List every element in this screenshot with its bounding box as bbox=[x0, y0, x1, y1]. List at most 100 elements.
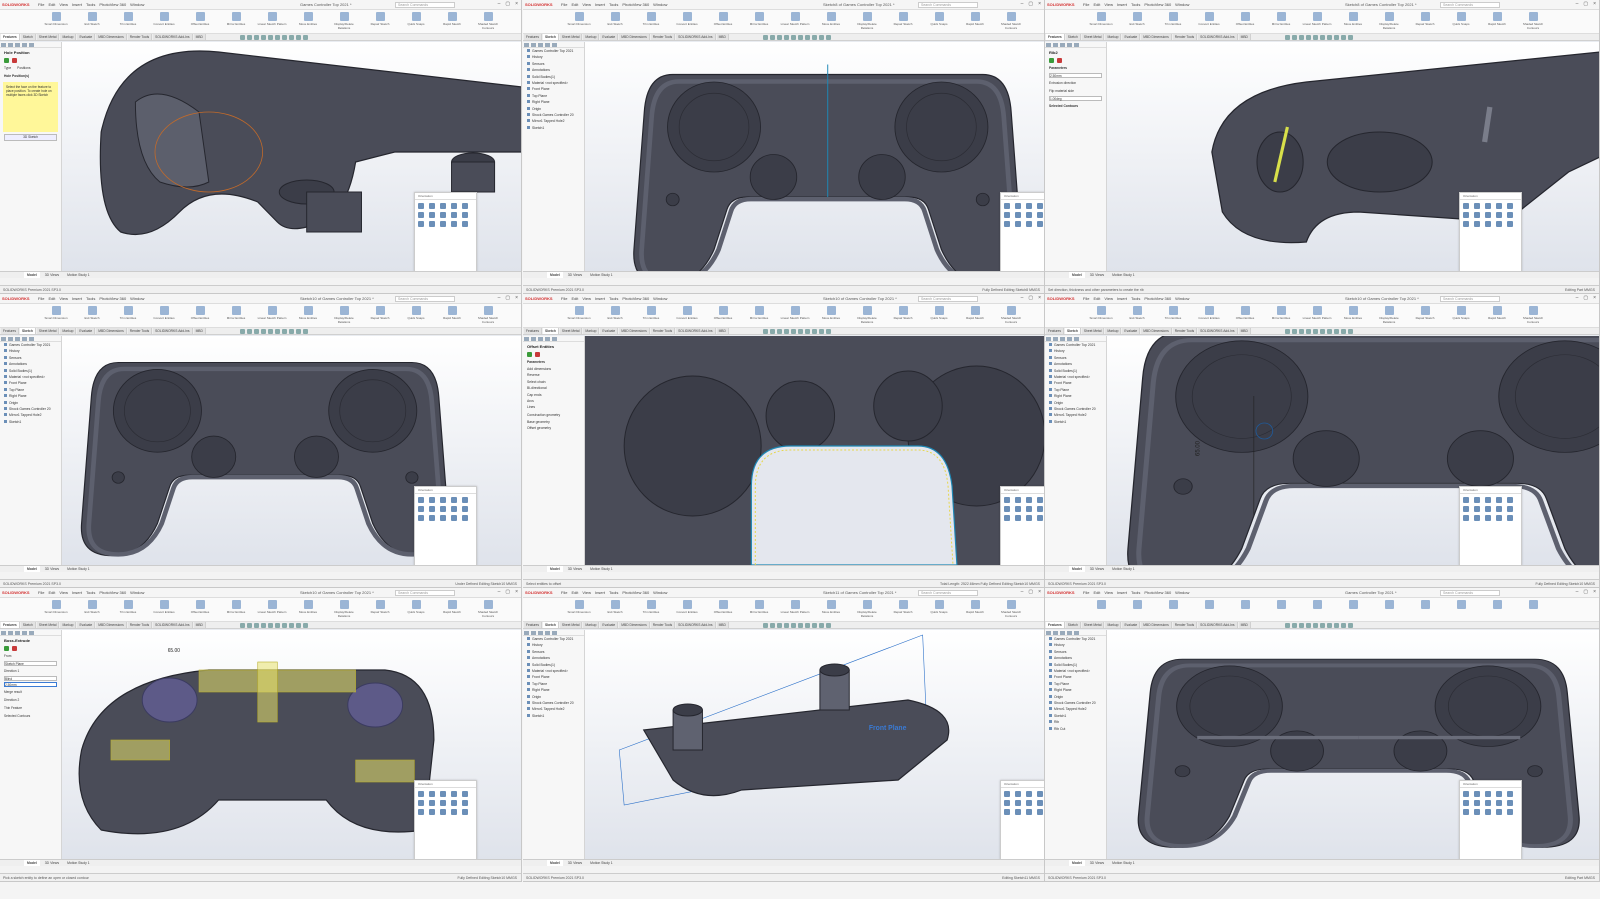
view-orientation-icon[interactable] bbox=[1026, 809, 1032, 815]
boss-extrude-blind[interactable]: Blind bbox=[4, 676, 57, 681]
manager-tab-icon[interactable] bbox=[1046, 631, 1051, 635]
ribbon-button[interactable]: Rapid Sketch bbox=[1481, 306, 1513, 326]
view-tool-icon[interactable] bbox=[282, 329, 287, 334]
view-orientation-icon[interactable] bbox=[1485, 203, 1491, 209]
view-tool-icon[interactable] bbox=[1313, 623, 1318, 628]
menu-item[interactable]: PhotoView 360 bbox=[1144, 296, 1171, 301]
command-tab[interactable]: SOLIDWORKS Add-Ins bbox=[676, 34, 716, 40]
view-orientation-icon[interactable] bbox=[1507, 515, 1513, 521]
view-tool-icon[interactable] bbox=[247, 329, 252, 334]
view-orientation-icon[interactable] bbox=[451, 809, 457, 815]
maximize-icon[interactable]: ▢ bbox=[1583, 589, 1588, 595]
view-orientation-icon[interactable] bbox=[462, 221, 468, 227]
menu-item[interactable]: PhotoView 360 bbox=[622, 296, 649, 301]
ribbon-button[interactable]: Shaded Sketch Contours bbox=[472, 600, 504, 620]
view-orientation-icon[interactable] bbox=[1004, 221, 1010, 227]
view-orientation-icon[interactable] bbox=[1037, 809, 1043, 815]
menu-item[interactable]: PhotoView 360 bbox=[1144, 2, 1171, 7]
view-tool-icon[interactable] bbox=[1320, 623, 1325, 628]
command-tab[interactable]: MBD Dimensions bbox=[96, 622, 127, 628]
view-tool-icon[interactable] bbox=[819, 623, 824, 628]
command-tab[interactable]: Markup bbox=[583, 622, 600, 628]
ribbon-button[interactable]: Mirror Entities bbox=[1265, 306, 1297, 326]
ribbon-button[interactable]: Mirror Entities bbox=[220, 12, 252, 32]
view-orientation-icon[interactable] bbox=[1463, 506, 1469, 512]
command-tab[interactable]: Sheet Metal bbox=[559, 34, 583, 40]
ribbon-button[interactable]: Repair Sketch bbox=[364, 12, 396, 32]
command-tab[interactable]: Render Tools bbox=[650, 328, 676, 334]
manager-tab-icon[interactable] bbox=[8, 337, 13, 341]
view-tool-icon[interactable] bbox=[268, 623, 273, 628]
ribbon-button[interactable]: Repair Sketch bbox=[887, 306, 919, 326]
menu-item[interactable]: PhotoView 360 bbox=[99, 590, 126, 595]
view-orientation-icon[interactable] bbox=[1004, 791, 1010, 797]
view-orientation-icon[interactable] bbox=[1004, 506, 1010, 512]
model-canvas[interactable]: 65.00 bbox=[1107, 336, 1600, 565]
view-tool-icon[interactable] bbox=[798, 623, 803, 628]
manager-tab-icon[interactable] bbox=[1046, 337, 1051, 341]
menu-item[interactable]: Tools bbox=[1131, 590, 1140, 595]
minimize-icon[interactable]: – bbox=[1576, 589, 1579, 595]
view-tool-icon[interactable] bbox=[1306, 329, 1311, 334]
view-orientation-icon[interactable] bbox=[1463, 212, 1469, 218]
menu-item[interactable]: Edit bbox=[1093, 2, 1100, 7]
view-orientation-icon[interactable] bbox=[451, 212, 457, 218]
command-tab[interactable]: MBD Dimensions bbox=[96, 34, 127, 40]
ribbon-button[interactable]: Quick Snaps bbox=[400, 306, 432, 326]
menu-item[interactable]: Insert bbox=[72, 296, 82, 301]
manager-tab-icon[interactable] bbox=[29, 631, 34, 635]
view-orientation-icon[interactable] bbox=[462, 212, 468, 218]
view-orientation-icon[interactable] bbox=[451, 515, 457, 521]
manager-tab-icon[interactable] bbox=[1053, 337, 1058, 341]
ribbon-button[interactable]: Mirror Entities bbox=[743, 306, 775, 326]
view-orientation-icon[interactable] bbox=[440, 221, 446, 227]
ribbon-button[interactable]: Shaded Sketch Contours bbox=[472, 306, 504, 326]
command-tab[interactable]: Sketch bbox=[1065, 622, 1081, 628]
command-tab[interactable]: Features bbox=[524, 328, 543, 334]
view-tool-icon[interactable] bbox=[1327, 329, 1332, 334]
command-tab[interactable]: Sheet Metal bbox=[36, 34, 60, 40]
view-tool-icon[interactable] bbox=[791, 623, 796, 628]
ribbon-button[interactable]: Smart Dimension bbox=[40, 12, 72, 32]
close-icon[interactable]: × bbox=[1038, 1, 1041, 7]
manager-tab-icon[interactable] bbox=[1074, 337, 1079, 341]
ribbon-button[interactable]: Smart Dimension bbox=[1085, 12, 1117, 32]
manager-tab-icon[interactable] bbox=[552, 631, 557, 635]
command-tab[interactable]: Markup bbox=[60, 622, 77, 628]
command-tab[interactable]: Sketch bbox=[20, 328, 36, 334]
view-orientation-icon[interactable] bbox=[1037, 497, 1043, 503]
command-tab[interactable]: SOLIDWORKS Add-Ins bbox=[1198, 328, 1238, 334]
menu-item[interactable]: File bbox=[1083, 2, 1089, 7]
menu-item[interactable]: View bbox=[59, 590, 68, 595]
view-orientation-icon[interactable] bbox=[1037, 800, 1043, 806]
command-tab[interactable]: Markup bbox=[60, 34, 77, 40]
view-orientation-icon[interactable] bbox=[1015, 809, 1021, 815]
command-tab[interactable]: Render Tools bbox=[127, 34, 153, 40]
command-tab[interactable]: Sketch bbox=[20, 622, 36, 628]
view-tool-icon[interactable] bbox=[303, 35, 308, 40]
search-commands-input[interactable]: Search Commands bbox=[1440, 2, 1500, 8]
view-tool-icon[interactable] bbox=[1327, 35, 1332, 40]
view-orientation-icon[interactable] bbox=[418, 515, 424, 521]
command-tab[interactable]: Sketch bbox=[1065, 34, 1081, 40]
ribbon-button[interactable]: Smart Dimension bbox=[40, 600, 72, 620]
command-tab[interactable]: MBD bbox=[193, 622, 206, 628]
view-tool-icon[interactable] bbox=[1334, 623, 1339, 628]
view-orientation-icon[interactable] bbox=[1026, 497, 1032, 503]
ribbon-button[interactable]: Trim Entities bbox=[635, 600, 667, 620]
view-tool-icon[interactable] bbox=[784, 35, 789, 40]
view-orientation-icon[interactable] bbox=[1485, 791, 1491, 797]
menu-item[interactable]: File bbox=[561, 590, 567, 595]
view-orientation-icon[interactable] bbox=[462, 791, 468, 797]
flip-material-checkbox[interactable]: Flip material side bbox=[1045, 87, 1106, 95]
view-orientation-icon[interactable] bbox=[1507, 809, 1513, 815]
minimize-icon[interactable]: – bbox=[1576, 295, 1579, 301]
ribbon-button[interactable] bbox=[1409, 600, 1441, 620]
view-orientation-icon[interactable] bbox=[1463, 800, 1469, 806]
view-tool-icon[interactable] bbox=[1306, 35, 1311, 40]
manager-tab-icon[interactable] bbox=[552, 337, 557, 341]
ribbon-button[interactable]: Display/Delete Relations bbox=[851, 600, 883, 620]
view-orientation-icon[interactable] bbox=[1026, 506, 1032, 512]
menu-item[interactable]: View bbox=[1104, 590, 1113, 595]
feature-tree-item[interactable]: Sketch1 bbox=[0, 419, 61, 425]
